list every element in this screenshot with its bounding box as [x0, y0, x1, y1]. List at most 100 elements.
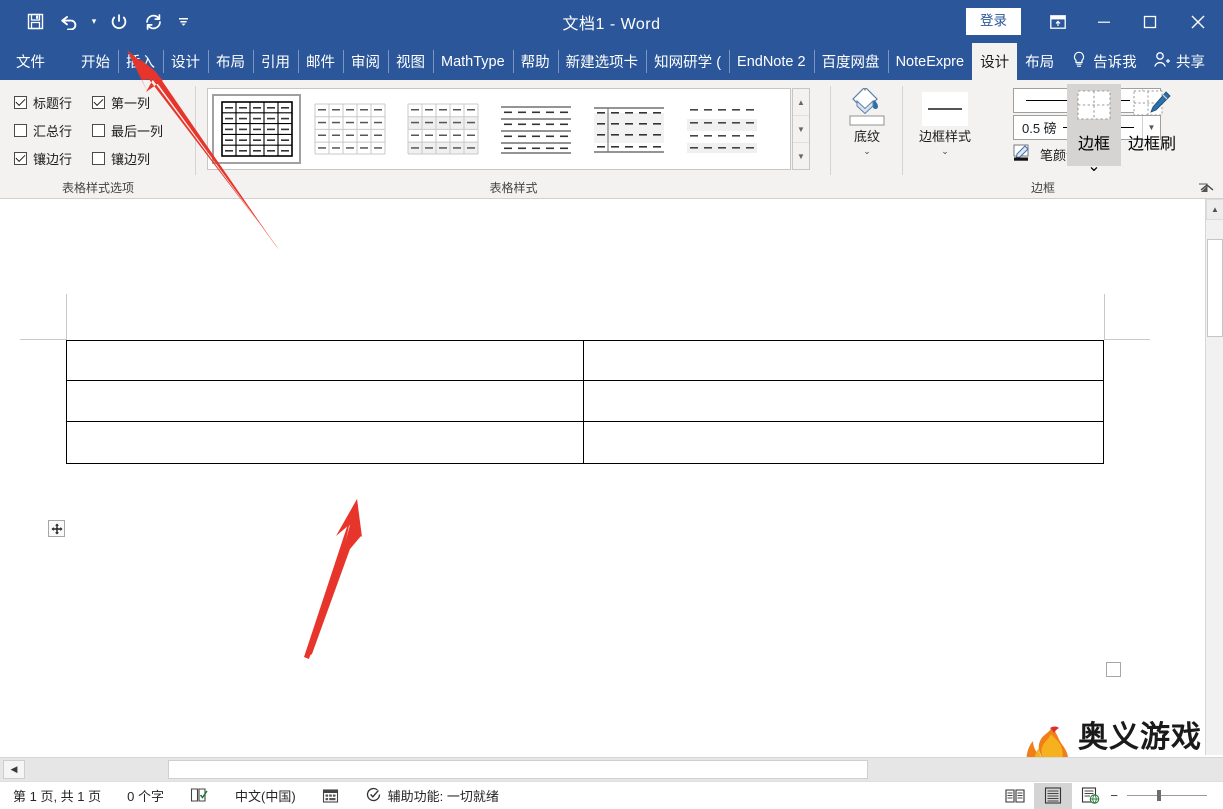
scroll-up-arrow-icon[interactable]: ▲ — [1206, 199, 1223, 220]
scroll-left-arrow-icon[interactable]: ◀ — [3, 760, 25, 779]
accessibility-icon — [365, 786, 382, 806]
lightbulb-icon — [1072, 51, 1086, 73]
tab-home[interactable]: 开始 — [73, 43, 118, 80]
border-painter-button[interactable]: 边框刷 — [1123, 84, 1181, 154]
zoom-out-button[interactable]: − — [1110, 788, 1118, 803]
gallery-scroll-up[interactable]: ▲ — [793, 89, 809, 116]
web-layout-view-button[interactable] — [1072, 783, 1110, 809]
table-move-handle[interactable] — [48, 520, 65, 537]
maximize-icon[interactable] — [1127, 0, 1173, 43]
border-styles-dropdown-caret[interactable]: ⌄ — [941, 147, 949, 156]
margin-mark-top-right-v — [1104, 294, 1105, 340]
checkbox-banded-rows-box[interactable] — [14, 151, 27, 165]
borders-button[interactable]: 边框 ⌄ — [1067, 84, 1121, 175]
tab-cnki[interactable]: 知网研学 ( — [646, 43, 729, 80]
zoom-controls[interactable]: − — [1110, 788, 1223, 803]
tab-baidu-netdisk[interactable]: 百度网盘 — [813, 43, 888, 80]
border-brush-icon — [1132, 89, 1172, 128]
gallery-more[interactable]: ▼ — [793, 143, 809, 169]
ribbon-display-options-icon[interactable] — [1035, 0, 1081, 43]
tab-layout[interactable]: 布局 — [208, 43, 253, 80]
collapse-ribbon-icon[interactable] — [1197, 178, 1217, 196]
vertical-scrollbar[interactable]: ▲ — [1205, 199, 1223, 755]
document-table[interactable] — [66, 340, 1104, 464]
macro-record-icon[interactable] — [309, 788, 352, 804]
table-row-divider-2 — [67, 421, 1103, 423]
line-sample-icon — [920, 86, 970, 128]
word-count[interactable]: 0 个字 — [114, 786, 177, 805]
ribbon-group-borders: 边框样式 ⌄ ▼ 0.5 磅 ▼ 笔 — [903, 80, 1193, 199]
zoom-slider[interactable] — [1127, 790, 1207, 801]
table-resize-handle[interactable] — [1106, 662, 1121, 677]
proofing-icon[interactable] — [177, 787, 222, 804]
checkbox-banded-rows[interactable]: 镶边行 — [14, 144, 92, 172]
tab-endnote[interactable]: EndNote 2 — [729, 43, 814, 80]
ribbon: 标题行 第一列 汇总行 最后一列 镶边行 镶边列 表格样式选项 ▲ ▼ ▼ 表格… — [0, 80, 1223, 199]
person-share-icon — [1153, 51, 1171, 72]
checkbox-last-column-box[interactable] — [92, 123, 105, 137]
shading-button[interactable]: 底纹 ⌄ — [831, 86, 903, 156]
ribbon-tab-bar: 文件 开始 插入 设计 布局 引用 邮件 审阅 视图 MathType 帮助 新… — [0, 43, 1223, 80]
tell-me-label: 告诉我 — [1093, 55, 1137, 71]
group-label-table-styles: 表格样式 — [489, 181, 538, 195]
borders-label: 边框 — [1077, 136, 1110, 153]
checkbox-last-column[interactable]: 最后一列 — [92, 116, 170, 144]
shading-dropdown-caret[interactable]: ⌄ — [863, 147, 871, 156]
table-style-lines-only[interactable] — [491, 94, 580, 164]
language-indicator[interactable]: 中文(中国) — [222, 786, 309, 805]
group-label-table-style-options: 表格样式选项 — [61, 181, 134, 195]
tab-review[interactable]: 审阅 — [343, 43, 388, 80]
share-button[interactable]: 共享 — [1147, 43, 1223, 80]
minimize-icon[interactable] — [1081, 0, 1127, 43]
tab-references[interactable]: 引用 — [253, 43, 298, 80]
document-page[interactable]: Baidu jingyan — [0, 199, 1192, 755]
checkbox-banded-columns-box[interactable] — [92, 151, 105, 165]
close-icon[interactable] — [1173, 0, 1223, 43]
table-style-first-column[interactable] — [584, 94, 673, 164]
checkbox-first-column-box[interactable] — [92, 95, 105, 109]
tab-file[interactable]: 文件 — [0, 43, 61, 80]
table-style-plain-3[interactable] — [398, 94, 487, 164]
gallery-scroll-down[interactable]: ▼ — [793, 116, 809, 143]
checkbox-total-row[interactable]: 汇总行 — [14, 116, 92, 144]
table-style-options-grid: 标题行 第一列 汇总行 最后一列 镶边行 镶边列 — [14, 88, 170, 172]
checkbox-first-column[interactable]: 第一列 — [92, 88, 170, 116]
border-styles-button[interactable]: 边框样式 ⌄ — [907, 86, 983, 156]
border-painter-label: 边框刷 — [1127, 136, 1176, 153]
vertical-scroll-thumb[interactable] — [1207, 239, 1223, 337]
accessibility-status[interactable]: 辅助功能: 一切就绪 — [352, 786, 512, 806]
horizontal-scroll-thumb[interactable] — [168, 760, 868, 779]
tab-noteexpress[interactable]: NoteExpre — [887, 43, 973, 80]
tab-help[interactable]: 帮助 — [512, 43, 558, 80]
tab-table-design[interactable]: 设计 — [972, 43, 1018, 80]
table-style-grid-table[interactable] — [212, 94, 301, 164]
tab-design[interactable]: 设计 — [163, 43, 208, 80]
borders-grid-icon — [1075, 89, 1113, 128]
checkbox-total-row-box[interactable] — [14, 123, 27, 137]
tell-me-box[interactable]: 告诉我 — [1062, 43, 1147, 80]
table-styles-gallery — [207, 88, 791, 170]
table-styles-scrollbar[interactable]: ▲ ▼ ▼ — [792, 88, 810, 170]
tab-mailings[interactable]: 邮件 — [298, 43, 343, 80]
tab-insert[interactable]: 插入 — [118, 43, 163, 80]
tab-new-tab[interactable]: 新建选项卡 — [557, 43, 647, 80]
checkbox-banded-columns[interactable]: 镶边列 — [92, 144, 170, 172]
borders-dropdown-caret[interactable]: ⌄ — [1087, 156, 1100, 176]
checkbox-header-row-box[interactable] — [14, 95, 27, 109]
tab-view[interactable]: 视图 — [388, 43, 433, 80]
table-style-banded[interactable] — [677, 94, 766, 164]
print-layout-view-button[interactable] — [1034, 782, 1073, 809]
sign-in-button[interactable]: 登录 — [966, 8, 1021, 35]
tab-mathtype[interactable]: MathType — [433, 43, 513, 80]
checkbox-banded-columns-label: 镶边列 — [111, 151, 151, 167]
margin-mark-top-left-h — [20, 339, 66, 340]
tab-table-layout[interactable]: 布局 — [1017, 43, 1062, 80]
checkbox-header-row[interactable]: 标题行 — [14, 88, 92, 116]
read-mode-view-button[interactable] — [996, 783, 1034, 809]
horizontal-scrollbar[interactable]: ◀ — [0, 757, 1223, 781]
document-canvas[interactable]: Baidu jingyan — [0, 199, 1223, 755]
checkbox-banded-rows-label: 镶边行 — [33, 151, 73, 167]
table-style-plain-2[interactable] — [305, 94, 394, 164]
pen-icon — [1013, 144, 1035, 165]
page-indicator[interactable]: 第 1 页, 共 1 页 — [0, 786, 114, 805]
